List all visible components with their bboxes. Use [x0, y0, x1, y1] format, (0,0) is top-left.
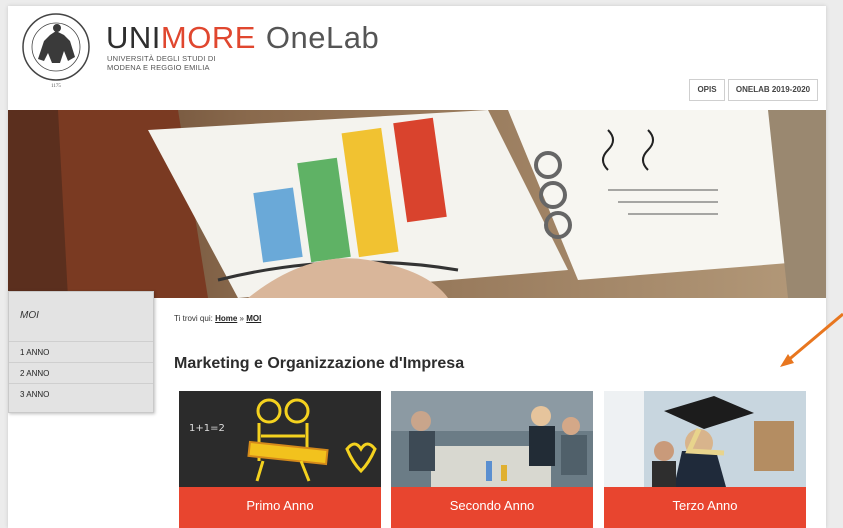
brand-onelab: OneLab	[265, 20, 380, 55]
onelab-year-button[interactable]: ONELAB 2019-2020	[728, 79, 818, 101]
card-primo-anno[interactable]: 1+1=2 Primo Anno	[179, 391, 381, 528]
site-header: 1175 UNIMORE OneLab UNIVERSITÀ DEGLI STUD…	[8, 6, 826, 110]
card-label-secondo-anno: Secondo Anno	[391, 487, 593, 528]
university-seal-logo[interactable]: 1175	[20, 11, 92, 91]
opis-button[interactable]: OPIS	[689, 79, 725, 101]
brand-uni: UNI	[106, 20, 161, 55]
breadcrumb-current-link[interactable]: MOI	[246, 314, 261, 323]
svg-text:1175: 1175	[51, 84, 61, 89]
brand-more: MORE	[160, 20, 256, 55]
sidebar-item-1-anno[interactable]: 1 ANNO	[9, 341, 153, 362]
card-secondo-anno[interactable]: Secondo Anno	[391, 391, 593, 528]
card-terzo-anno[interactable]: Terzo Anno	[604, 391, 806, 528]
card-image-secondo-anno	[391, 391, 593, 487]
sidebar-title: MOI	[20, 310, 39, 321]
card-label-primo-anno: Primo Anno	[179, 487, 381, 528]
page: 1175 UNIMORE OneLab UNIVERSITÀ DEGLI STUD…	[8, 6, 826, 528]
site-brand[interactable]: UNIMORE OneLab	[106, 22, 379, 53]
sidebar-item-2-anno[interactable]: 2 ANNO	[9, 362, 153, 383]
page-title: Marketing e Organizzazione d'Impresa	[174, 355, 465, 372]
card-image-terzo-anno	[604, 391, 806, 487]
hero-banner-image	[8, 110, 826, 298]
university-name: UNIVERSITÀ DEGLI STUDI DI MODENA E REGGI…	[107, 54, 216, 72]
card-label-terzo-anno: Terzo Anno	[604, 487, 806, 528]
breadcrumb: Ti trovi qui: Home » MOI	[174, 314, 261, 323]
card-image-primo-anno: 1+1=2	[179, 391, 381, 487]
university-name-line1: UNIVERSITÀ DEGLI STUDI DI	[107, 54, 216, 63]
svg-text:1+1=2: 1+1=2	[189, 423, 225, 434]
breadcrumb-prefix: Ti trovi qui:	[174, 314, 213, 323]
sidebar-item-3-anno[interactable]: 3 ANNO	[9, 383, 153, 404]
university-name-line2: MODENA E REGGIO EMILIA	[107, 63, 210, 72]
sidebar-menu: MOI 1 ANNO 2 ANNO 3 ANNO	[8, 291, 154, 413]
breadcrumb-home-link[interactable]: Home	[215, 314, 237, 323]
breadcrumb-separator: »	[239, 314, 244, 323]
